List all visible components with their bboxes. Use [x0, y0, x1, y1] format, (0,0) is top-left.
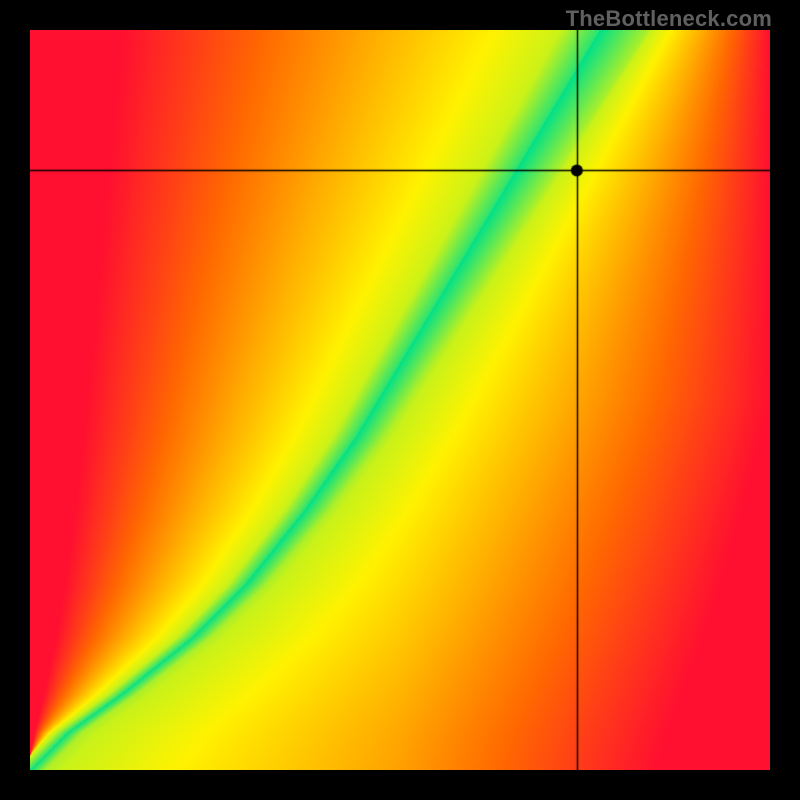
watermark-text: TheBottleneck.com — [566, 6, 772, 32]
bottleneck-heatmap — [30, 30, 770, 770]
chart-frame: TheBottleneck.com — [0, 0, 800, 800]
